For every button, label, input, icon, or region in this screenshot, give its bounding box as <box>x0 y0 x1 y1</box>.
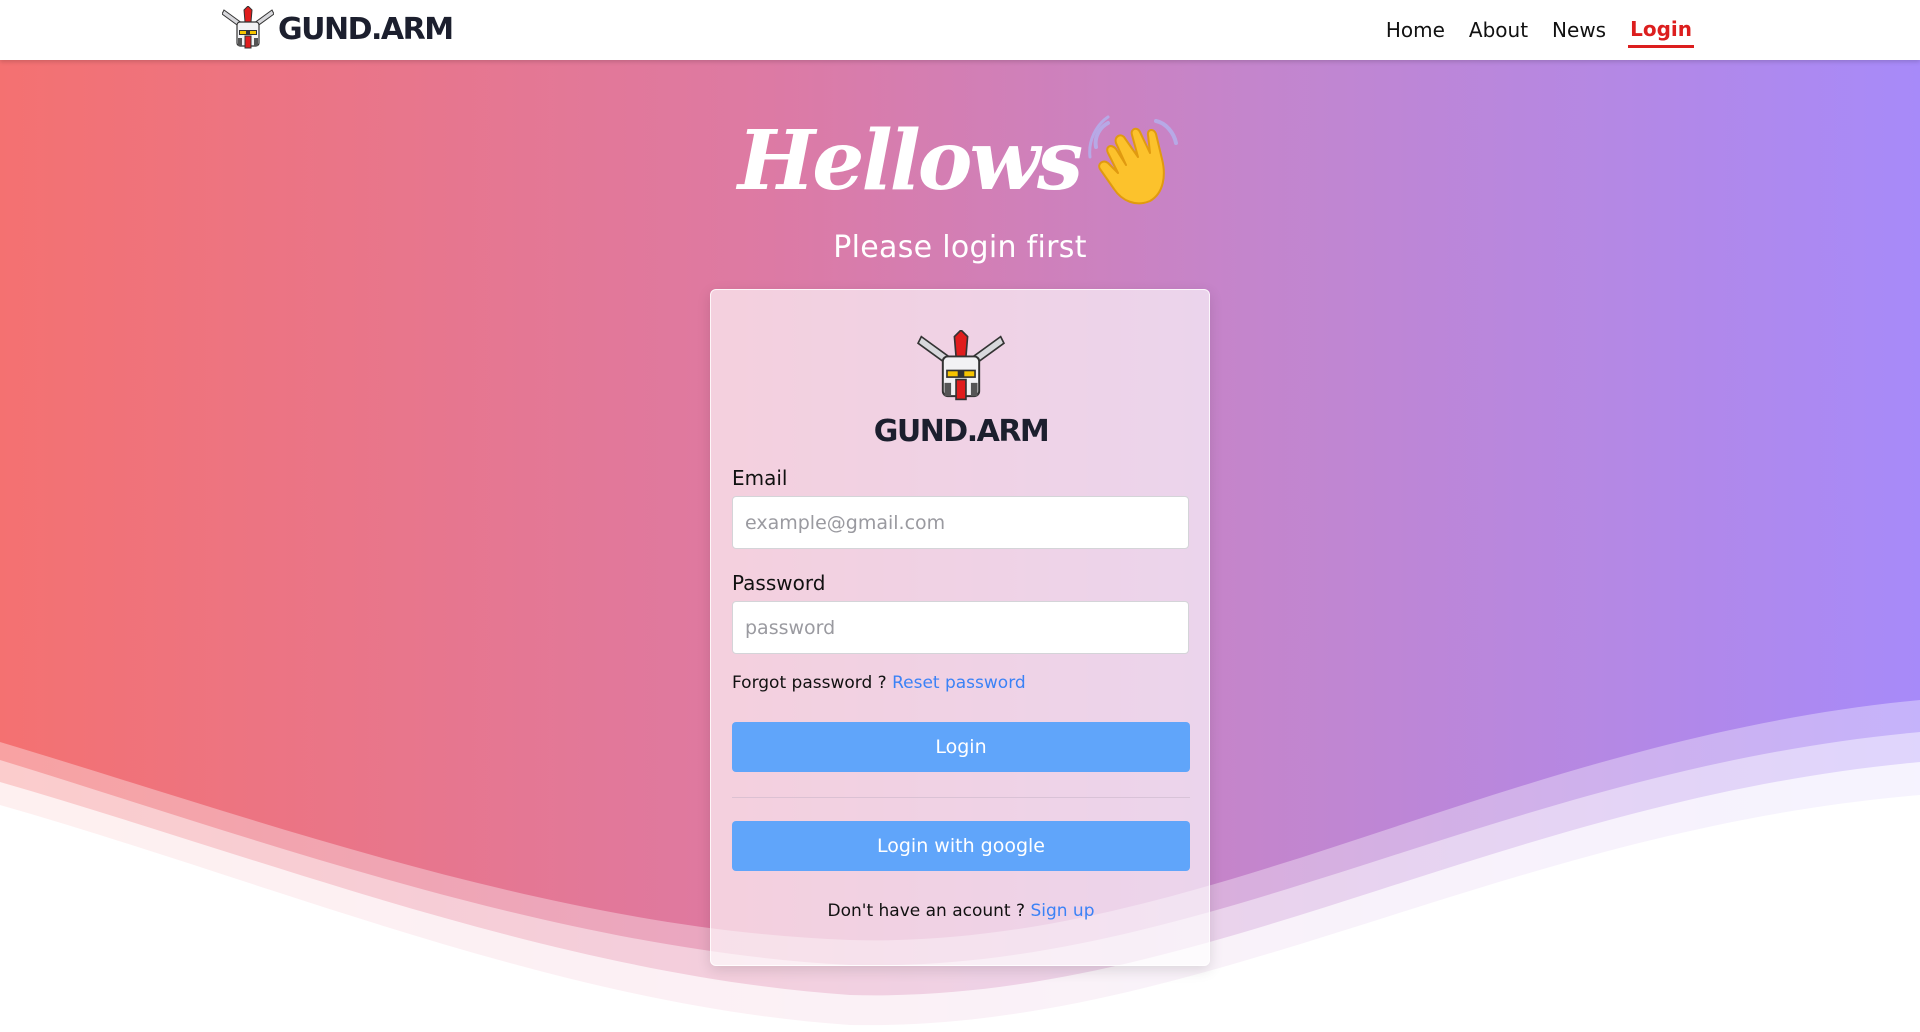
greeting-heading: Hellows <box>0 115 1920 209</box>
waving-hand-icon <box>1088 115 1179 204</box>
card-brand-name: GUND.ARM <box>873 414 1050 449</box>
signup-text: Don't have an acount ? <box>827 901 1026 921</box>
sign-up-link[interactable]: Sign up <box>1030 901 1094 921</box>
greeting-text: Hellows <box>737 113 1083 209</box>
email-field[interactable] <box>732 496 1189 549</box>
nav-link-login[interactable]: Login <box>1628 13 1694 48</box>
subtitle: Please login first <box>833 230 1087 265</box>
forgot-password-row: Forgot password ? Reset password <box>732 673 1026 693</box>
password-label: Password <box>732 571 826 595</box>
gundam-head-icon <box>916 328 1006 401</box>
login-with-google-button[interactable]: Login with google <box>732 821 1190 871</box>
navbar: GUND.ARM Home About News Login <box>0 0 1920 60</box>
login-button[interactable]: Login <box>732 722 1190 772</box>
password-field[interactable] <box>732 601 1189 654</box>
nav-links: Home About News Login <box>1384 0 1694 60</box>
signup-row: Don't have an acount ? Sign up <box>711 901 1211 921</box>
gundam-head-icon <box>222 6 274 49</box>
brand-logo-link[interactable]: GUND.ARM <box>222 6 454 52</box>
email-label: Email <box>732 466 788 490</box>
reset-password-link[interactable]: Reset password <box>892 673 1026 693</box>
nav-link-home[interactable]: Home <box>1384 14 1447 46</box>
login-card: GUND.ARM Email Password Forgot password … <box>710 289 1210 966</box>
nav-link-news[interactable]: News <box>1550 14 1608 46</box>
brand-name: GUND.ARM <box>278 11 454 47</box>
hero-section: Hellows Please login first GUND.ARM Emai… <box>0 60 1920 1032</box>
card-logo <box>711 328 1211 410</box>
forgot-password-text: Forgot password ? <box>732 673 887 693</box>
divider <box>732 797 1190 798</box>
nav-link-about[interactable]: About <box>1467 14 1530 46</box>
